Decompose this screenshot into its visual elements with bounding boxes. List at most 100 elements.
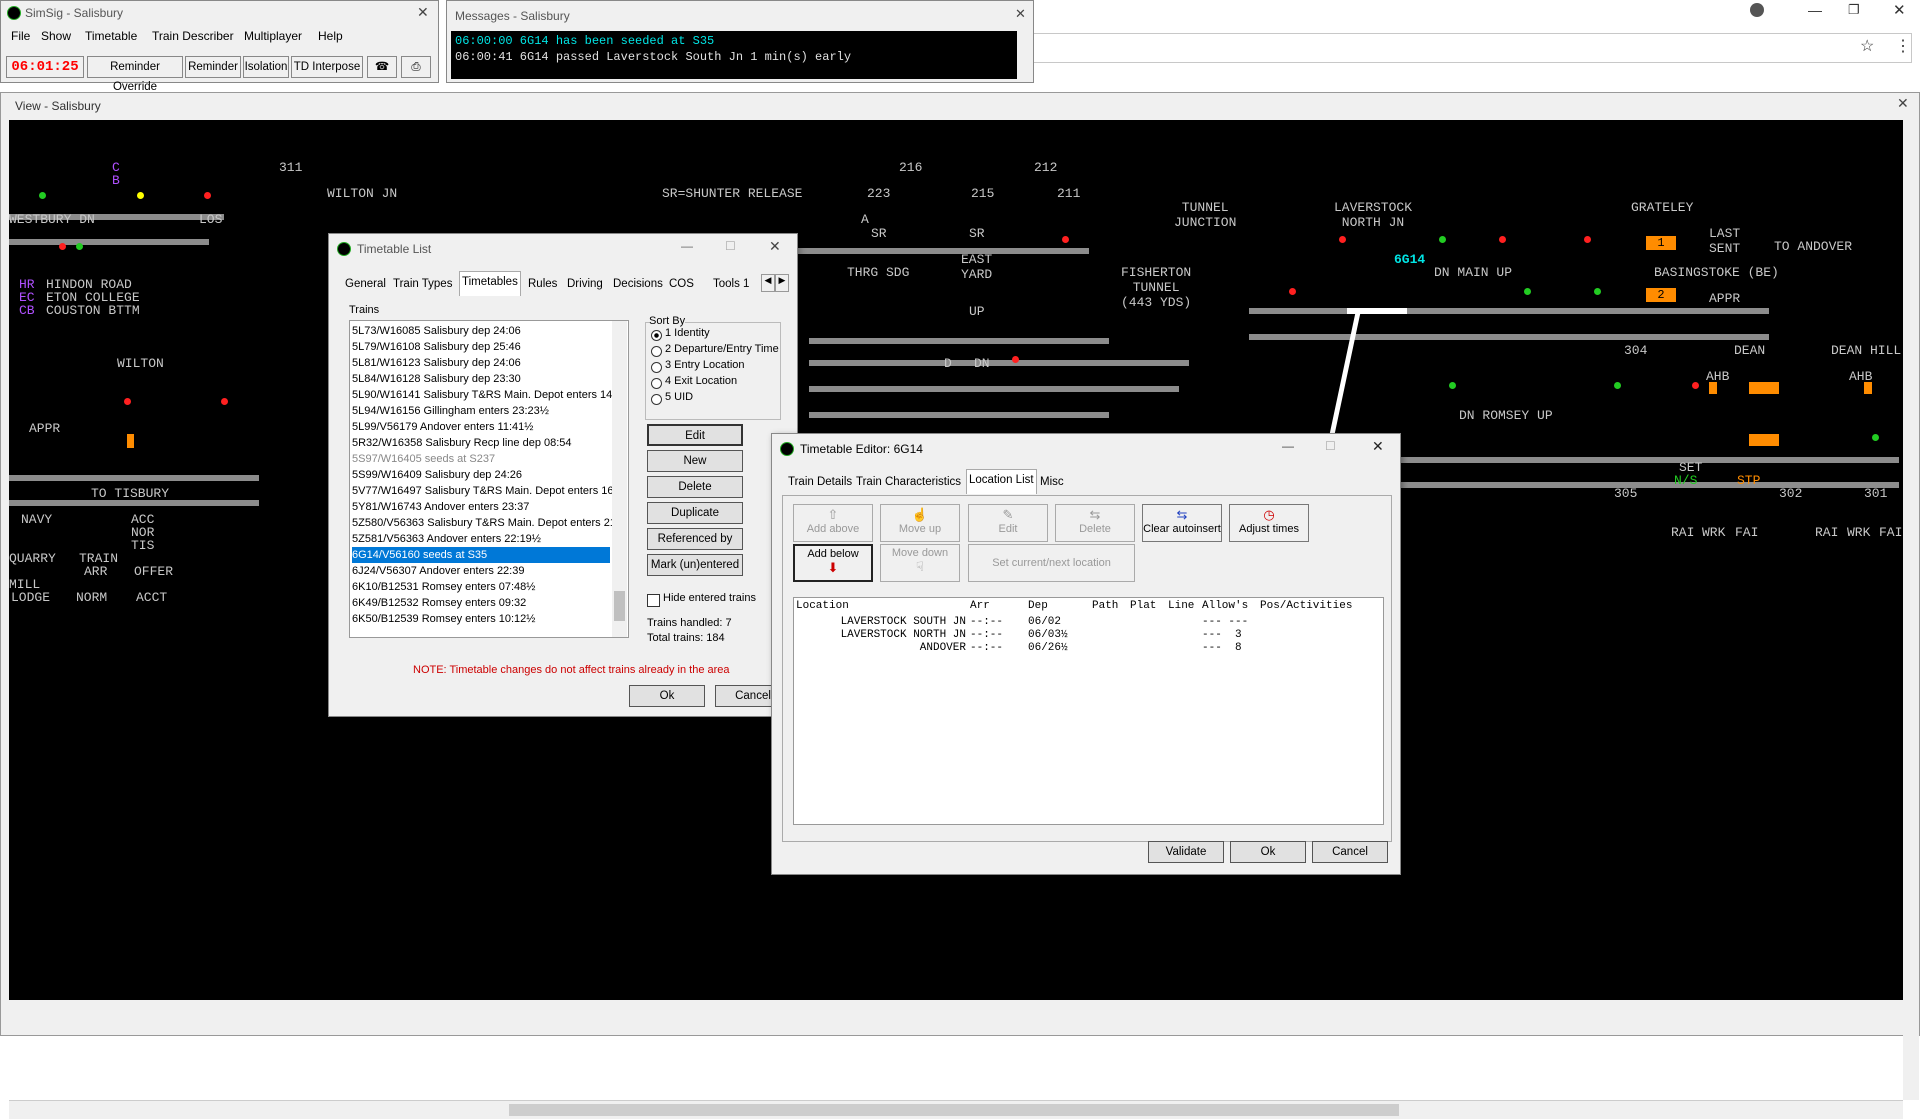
move-down-button[interactable]: Move down ☟ (880, 544, 960, 582)
messages-scrollbar[interactable] (1017, 31, 1031, 79)
menu-train-describer[interactable]: Train Describer (152, 29, 234, 43)
train-list-item[interactable]: 5L99/V56179 Andover enters 11:41½ (352, 419, 533, 435)
train-list-item[interactable]: 5Z581/V56363 Andover enters 22:19½ (352, 531, 541, 547)
signal-red[interactable] (1692, 382, 1699, 389)
train-list-item[interactable]: 5Z580/V56363 Salisbury T&RS Main. Depot … (352, 515, 619, 531)
train-list-item[interactable]: 6K50/B12539 Romsey enters 10:12½ (352, 611, 535, 627)
minimize-icon[interactable]: — (681, 239, 693, 253)
train-list-item[interactable]: 5L79/W16108 Salisbury dep 25:46 (352, 339, 521, 355)
signal-green[interactable] (1449, 382, 1456, 389)
train-list-item[interactable]: 5L94/W16156 Gillingham enters 23:23½ (352, 403, 549, 419)
menu-timetable[interactable]: Timetable (85, 29, 137, 43)
vertical-scrollbar[interactable] (1903, 212, 1919, 1100)
signal-red[interactable] (1062, 236, 1069, 243)
referenced-by-button[interactable]: Referenced by (647, 528, 743, 550)
ok-button[interactable]: Ok (1230, 841, 1306, 863)
tab-train-details[interactable]: Train Details (786, 472, 854, 492)
menu-dots-icon[interactable]: ⋮ (1895, 36, 1911, 56)
tab-rules[interactable]: Rules (526, 274, 559, 294)
tab-misc[interactable]: Misc (1038, 472, 1066, 492)
reminder-override-button[interactable]: Reminder Override (87, 56, 183, 93)
close-icon[interactable]: ✕ (769, 238, 781, 255)
signal-yellow[interactable] (137, 192, 144, 199)
train-list-item[interactable]: 6G14/V56160 seeds at S35 (352, 547, 610, 563)
tab-tools-1[interactable]: Tools 1 (711, 274, 751, 294)
edit-button[interactable]: ✎ Edit (968, 504, 1048, 542)
signal-green[interactable] (1524, 288, 1531, 295)
train-list-item[interactable]: 5S97/W16405 seeds at S237 (352, 451, 495, 467)
train-list-item[interactable]: 5L84/W16128 Salisbury dep 23:30 (352, 371, 521, 387)
cancel-button[interactable]: Cancel (1312, 841, 1388, 863)
clear-autoinsert-button[interactable]: ⇆ Clear autoinsert (1142, 504, 1222, 542)
close-icon[interactable]: ✕ (1015, 6, 1026, 22)
train-list-item[interactable]: 5L90/W16141 Salisbury T&RS Main. Depot e… (352, 387, 621, 403)
maximize-icon[interactable]: ☐ (725, 239, 736, 253)
close-icon[interactable]: ✕ (1893, 1, 1906, 19)
telephone-icon[interactable]: ☎ (367, 56, 397, 78)
train-list-item[interactable]: 5L73/W16085 Salisbury dep 24:06 (352, 323, 521, 339)
tab-scroll-left-icon[interactable]: ◀ (761, 274, 775, 292)
new-button[interactable]: New (647, 450, 743, 472)
validate-button[interactable]: Validate (1148, 841, 1224, 863)
location-list-table[interactable]: Location Arr Dep Path Plat Line Allow's … (793, 597, 1384, 825)
signal-red[interactable] (1012, 356, 1019, 363)
tab-location-list[interactable]: Location List (966, 469, 1037, 494)
account-icon[interactable] (1750, 3, 1764, 17)
mark-unentered-button[interactable]: Mark (un)entered (647, 554, 743, 576)
sort-radio[interactable] (651, 378, 662, 389)
tab-timetables[interactable]: Timetables (459, 271, 521, 296)
signal-red[interactable] (1289, 288, 1296, 295)
train-list-item[interactable]: 6K10/B12531 Romsey enters 07:48½ (352, 579, 535, 595)
delete-button[interactable]: Delete (647, 476, 743, 498)
td-interpose-button[interactable]: TD Interpose (291, 56, 363, 78)
signal-red[interactable] (204, 192, 211, 199)
signal-red[interactable] (59, 243, 66, 250)
hide-entered-checkbox[interactable] (647, 594, 660, 607)
tab-decisions[interactable]: Decisions (611, 274, 665, 294)
signal-green[interactable] (39, 192, 46, 199)
train-list-item[interactable]: 5V77/W16497 Salisbury T&RS Main. Depot e… (352, 483, 623, 499)
tab-driving[interactable]: Driving (565, 274, 605, 294)
train-list-item[interactable]: 5L81/W16123 Salisbury dep 24:06 (352, 355, 521, 371)
close-icon[interactable]: ✕ (1372, 438, 1384, 455)
signal-red[interactable] (124, 398, 131, 405)
signal-red[interactable] (1499, 236, 1506, 243)
menu-help[interactable]: Help (318, 29, 343, 43)
move-up-button[interactable]: ☝ Move up (880, 504, 960, 542)
duplicate-button[interactable]: Duplicate (647, 502, 743, 524)
menu-show[interactable]: Show (41, 29, 71, 43)
close-icon[interactable]: ✕ (1897, 95, 1909, 112)
tab-scroll-right-icon[interactable]: ▶ (775, 274, 789, 292)
set-current-location-button[interactable]: Set current/next location (968, 544, 1135, 582)
tab-general[interactable]: General (343, 274, 388, 294)
sort-radio[interactable] (651, 394, 662, 405)
add-below-button[interactable]: Add below ⬇ (793, 544, 873, 582)
train-list-item[interactable]: 6K49/B12532 Romsey enters 09:32 (352, 595, 526, 611)
star-icon[interactable]: ☆ (1860, 36, 1874, 56)
signal-red[interactable] (221, 398, 228, 405)
train-list-item[interactable]: 6J24/V56307 Andover enters 22:39 (352, 563, 524, 579)
signal-green[interactable] (76, 243, 83, 250)
tab-train-characteristics[interactable]: Train Characteristics (854, 472, 963, 492)
sort-radio[interactable] (651, 330, 662, 341)
signal-red[interactable] (1584, 236, 1591, 243)
train-list-item[interactable]: 5S99/W16409 Salisbury dep 24:26 (352, 467, 522, 483)
sort-radio[interactable] (651, 346, 662, 357)
train-list-item[interactable]: 5Y81/W16743 Andover enters 23:37 (352, 499, 529, 515)
restore-icon[interactable]: ❐ (1848, 2, 1860, 18)
ok-button[interactable]: Ok (629, 685, 705, 707)
train-list-item[interactable]: 5R32/W16358 Salisbury Recp line dep 08:5… (352, 435, 572, 451)
trains-listbox[interactable]: 5L73/W16085 Salisbury dep 24:06 5L79/W161… (349, 320, 629, 638)
messages-log[interactable]: 06:00:00 6G14 has been seeded at S35 06:… (451, 31, 1017, 79)
reminder-button[interactable]: Reminder (185, 56, 241, 78)
add-above-button[interactable]: ⇧ Add above (793, 504, 873, 542)
signal-green[interactable] (1594, 288, 1601, 295)
close-icon[interactable]: ✕ (417, 4, 429, 21)
sort-radio[interactable] (651, 362, 662, 373)
signal-green[interactable] (1872, 434, 1879, 441)
sim-clock[interactable]: 06:01:25 (6, 56, 84, 78)
minimize-icon[interactable]: — (1282, 439, 1294, 453)
tab-train-types[interactable]: Train Types (391, 274, 454, 294)
menu-multiplayer[interactable]: Multiplayer (244, 29, 302, 43)
adjust-times-button[interactable]: ◷ Adjust times (1229, 504, 1309, 542)
